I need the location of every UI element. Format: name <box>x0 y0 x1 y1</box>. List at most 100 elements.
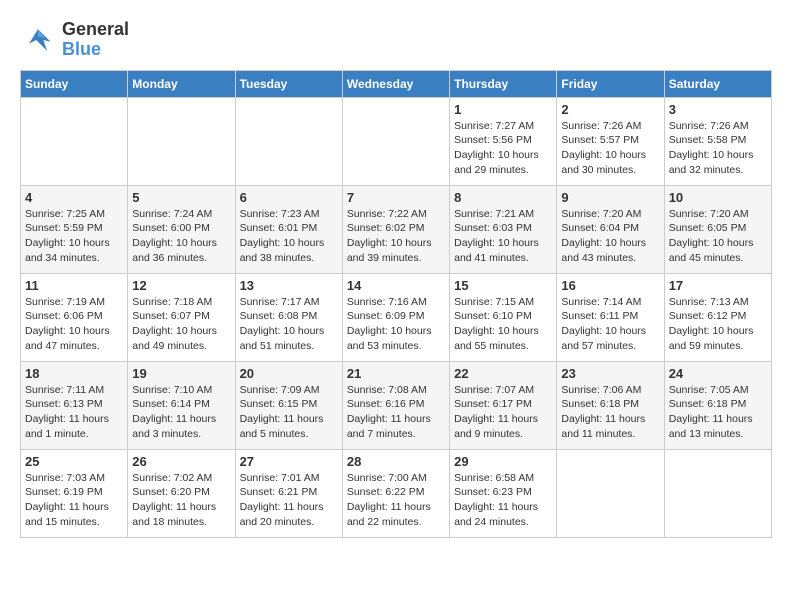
calendar-header-row: SundayMondayTuesdayWednesdayThursdayFrid… <box>21 70 772 97</box>
day-info: Sunrise: 7:02 AM Sunset: 6:20 PM Dayligh… <box>132 471 230 530</box>
day-info: Sunrise: 7:16 AM Sunset: 6:09 PM Dayligh… <box>347 295 445 354</box>
day-number: 26 <box>132 454 230 469</box>
weekday-header: Friday <box>557 70 664 97</box>
day-info: Sunrise: 7:00 AM Sunset: 6:22 PM Dayligh… <box>347 471 445 530</box>
weekday-header: Wednesday <box>342 70 449 97</box>
logo-icon <box>20 22 56 58</box>
calendar-cell: 1 Sunrise: 7:27 AM Sunset: 5:56 PM Daylig… <box>450 97 557 185</box>
day-number: 14 <box>347 278 445 293</box>
day-number: 11 <box>25 278 123 293</box>
day-number: 2 <box>561 102 659 117</box>
calendar-cell: 6Sunrise: 7:23 AM Sunset: 6:01 PM Daylig… <box>235 185 342 273</box>
day-info: Sunrise: 7:13 AM Sunset: 6:12 PM Dayligh… <box>669 295 767 354</box>
day-info: Sunrise: 7:08 AM Sunset: 6:16 PM Dayligh… <box>347 383 445 442</box>
calendar-cell: 23 Sunrise: 7:06 AM Sunset: 6:18 PM Dayli… <box>557 361 664 449</box>
day-info: Sunrise: 7:06 AM Sunset: 6:18 PM Dayligh… <box>561 383 659 442</box>
day-number: 21 <box>347 366 445 381</box>
calendar-cell: 10 Sunrise: 7:20 AM Sunset: 6:05 PM Dayli… <box>664 185 771 273</box>
weekday-header: Monday <box>128 70 235 97</box>
calendar-cell <box>128 97 235 185</box>
calendar-cell: 4Sunrise: 7:25 AM Sunset: 5:59 PM Daylig… <box>21 185 128 273</box>
logo: General Blue <box>20 20 129 60</box>
day-info: Sunrise: 7:20 AM Sunset: 6:04 PM Dayligh… <box>561 207 659 266</box>
day-number: 29 <box>454 454 552 469</box>
day-info: Sunrise: 7:23 AM Sunset: 6:01 PM Dayligh… <box>240 207 338 266</box>
calendar-cell: 14 Sunrise: 7:16 AM Sunset: 6:09 PM Dayli… <box>342 273 449 361</box>
day-number: 22 <box>454 366 552 381</box>
calendar-cell: 13 Sunrise: 7:17 AM Sunset: 6:08 PM Dayli… <box>235 273 342 361</box>
day-number: 25 <box>25 454 123 469</box>
calendar-cell: 22 Sunrise: 7:07 AM Sunset: 6:17 PM Dayli… <box>450 361 557 449</box>
calendar-cell: 24Sunrise: 7:05 AM Sunset: 6:18 PM Dayli… <box>664 361 771 449</box>
day-info: Sunrise: 7:17 AM Sunset: 6:08 PM Dayligh… <box>240 295 338 354</box>
day-number: 23 <box>561 366 659 381</box>
day-number: 13 <box>240 278 338 293</box>
day-info: Sunrise: 7:03 AM Sunset: 6:19 PM Dayligh… <box>25 471 123 530</box>
day-number: 10 <box>669 190 767 205</box>
calendar-cell: 7Sunrise: 7:22 AM Sunset: 6:02 PM Daylig… <box>342 185 449 273</box>
calendar-cell: 17 Sunrise: 7:13 AM Sunset: 6:12 PM Dayli… <box>664 273 771 361</box>
weekday-header: Tuesday <box>235 70 342 97</box>
calendar-cell <box>235 97 342 185</box>
calendar-cell: 3 Sunrise: 7:26 AM Sunset: 5:58 PM Daylig… <box>664 97 771 185</box>
day-info: Sunrise: 7:26 AM Sunset: 5:57 PM Dayligh… <box>561 119 659 178</box>
calendar-week-row: 1 Sunrise: 7:27 AM Sunset: 5:56 PM Daylig… <box>21 97 772 185</box>
day-number: 16 <box>561 278 659 293</box>
calendar-body: 1 Sunrise: 7:27 AM Sunset: 5:56 PM Daylig… <box>21 97 772 537</box>
day-number: 1 <box>454 102 552 117</box>
calendar-cell: 9 Sunrise: 7:20 AM Sunset: 6:04 PM Daylig… <box>557 185 664 273</box>
day-number: 5 <box>132 190 230 205</box>
calendar-cell: 18Sunrise: 7:11 AM Sunset: 6:13 PM Dayli… <box>21 361 128 449</box>
day-info: Sunrise: 7:11 AM Sunset: 6:13 PM Dayligh… <box>25 383 123 442</box>
calendar-cell: 20 Sunrise: 7:09 AM Sunset: 6:15 PM Dayli… <box>235 361 342 449</box>
day-number: 28 <box>347 454 445 469</box>
day-number: 20 <box>240 366 338 381</box>
day-info: Sunrise: 7:20 AM Sunset: 6:05 PM Dayligh… <box>669 207 767 266</box>
calendar-cell: 21 Sunrise: 7:08 AM Sunset: 6:16 PM Dayli… <box>342 361 449 449</box>
calendar-cell: 2 Sunrise: 7:26 AM Sunset: 5:57 PM Daylig… <box>557 97 664 185</box>
weekday-header: Saturday <box>664 70 771 97</box>
calendar-cell: 12 Sunrise: 7:18 AM Sunset: 6:07 PM Dayli… <box>128 273 235 361</box>
day-info: Sunrise: 7:22 AM Sunset: 6:02 PM Dayligh… <box>347 207 445 266</box>
day-info: Sunrise: 7:01 AM Sunset: 6:21 PM Dayligh… <box>240 471 338 530</box>
calendar-cell: 11 Sunrise: 7:19 AM Sunset: 6:06 PM Dayli… <box>21 273 128 361</box>
day-info: Sunrise: 7:09 AM Sunset: 6:15 PM Dayligh… <box>240 383 338 442</box>
calendar-cell: 16 Sunrise: 7:14 AM Sunset: 6:11 PM Dayli… <box>557 273 664 361</box>
day-info: Sunrise: 7:26 AM Sunset: 5:58 PM Dayligh… <box>669 119 767 178</box>
day-number: 15 <box>454 278 552 293</box>
weekday-header: Thursday <box>450 70 557 97</box>
day-info: Sunrise: 7:24 AM Sunset: 6:00 PM Dayligh… <box>132 207 230 266</box>
calendar-cell <box>557 449 664 537</box>
calendar-week-row: 18Sunrise: 7:11 AM Sunset: 6:13 PM Dayli… <box>21 361 772 449</box>
day-number: 3 <box>669 102 767 117</box>
calendar-week-row: 11 Sunrise: 7:19 AM Sunset: 6:06 PM Dayli… <box>21 273 772 361</box>
calendar-cell: 8Sunrise: 7:21 AM Sunset: 6:03 PM Daylig… <box>450 185 557 273</box>
day-number: 17 <box>669 278 767 293</box>
weekday-header: Sunday <box>21 70 128 97</box>
day-info: Sunrise: 7:07 AM Sunset: 6:17 PM Dayligh… <box>454 383 552 442</box>
day-info: Sunrise: 7:19 AM Sunset: 6:06 PM Dayligh… <box>25 295 123 354</box>
calendar-cell: 19 Sunrise: 7:10 AM Sunset: 6:14 PM Dayli… <box>128 361 235 449</box>
day-info: Sunrise: 7:14 AM Sunset: 6:11 PM Dayligh… <box>561 295 659 354</box>
day-info: Sunrise: 7:18 AM Sunset: 6:07 PM Dayligh… <box>132 295 230 354</box>
day-number: 12 <box>132 278 230 293</box>
calendar-table: SundayMondayTuesdayWednesdayThursdayFrid… <box>20 70 772 538</box>
day-info: Sunrise: 6:58 AM Sunset: 6:23 PM Dayligh… <box>454 471 552 530</box>
calendar-week-row: 4Sunrise: 7:25 AM Sunset: 5:59 PM Daylig… <box>21 185 772 273</box>
day-info: Sunrise: 7:05 AM Sunset: 6:18 PM Dayligh… <box>669 383 767 442</box>
calendar-cell: 5 Sunrise: 7:24 AM Sunset: 6:00 PM Daylig… <box>128 185 235 273</box>
day-number: 8 <box>454 190 552 205</box>
day-number: 19 <box>132 366 230 381</box>
page-header: General Blue <box>20 20 772 60</box>
day-info: Sunrise: 7:15 AM Sunset: 6:10 PM Dayligh… <box>454 295 552 354</box>
calendar-cell: 15 Sunrise: 7:15 AM Sunset: 6:10 PM Dayli… <box>450 273 557 361</box>
calendar-cell: 25 Sunrise: 7:03 AM Sunset: 6:19 PM Dayli… <box>21 449 128 537</box>
day-info: Sunrise: 7:10 AM Sunset: 6:14 PM Dayligh… <box>132 383 230 442</box>
day-number: 9 <box>561 190 659 205</box>
calendar-cell: 28 Sunrise: 7:00 AM Sunset: 6:22 PM Dayli… <box>342 449 449 537</box>
logo-text: General Blue <box>62 20 129 60</box>
calendar-cell <box>342 97 449 185</box>
calendar-cell: 29 Sunrise: 6:58 AM Sunset: 6:23 PM Dayli… <box>450 449 557 537</box>
day-info: Sunrise: 7:27 AM Sunset: 5:56 PM Dayligh… <box>454 119 552 178</box>
day-info: Sunrise: 7:25 AM Sunset: 5:59 PM Dayligh… <box>25 207 123 266</box>
